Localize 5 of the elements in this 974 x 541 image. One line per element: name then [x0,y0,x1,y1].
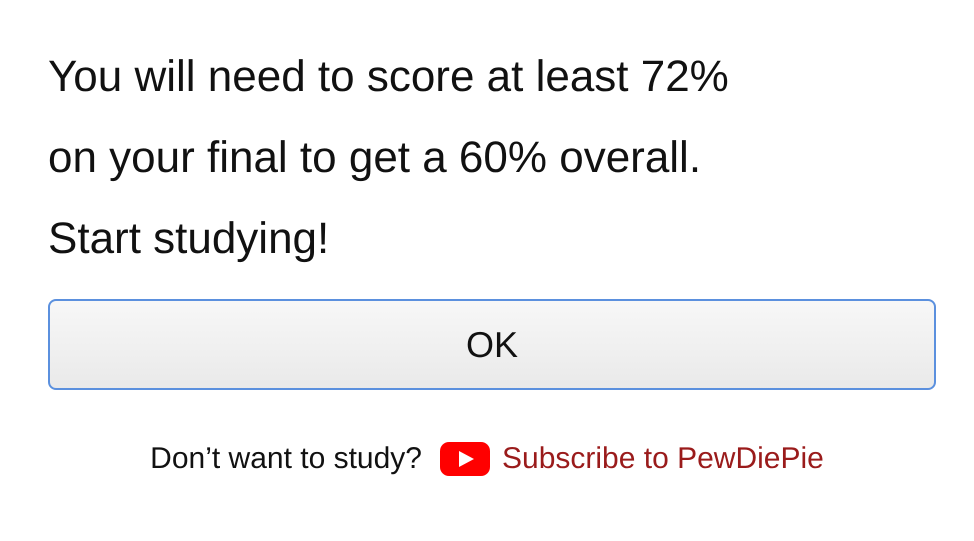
ok-button[interactable]: OK [48,299,936,390]
subscribe-link[interactable]: Subscribe to PewDiePie [502,436,824,481]
result-message: You will need to score at least 72% on your final to get a 60% overall. Start studying! [48,51,729,265]
play-icon [440,442,490,476]
footer-prompt: Don’t want to study? [150,441,422,477]
